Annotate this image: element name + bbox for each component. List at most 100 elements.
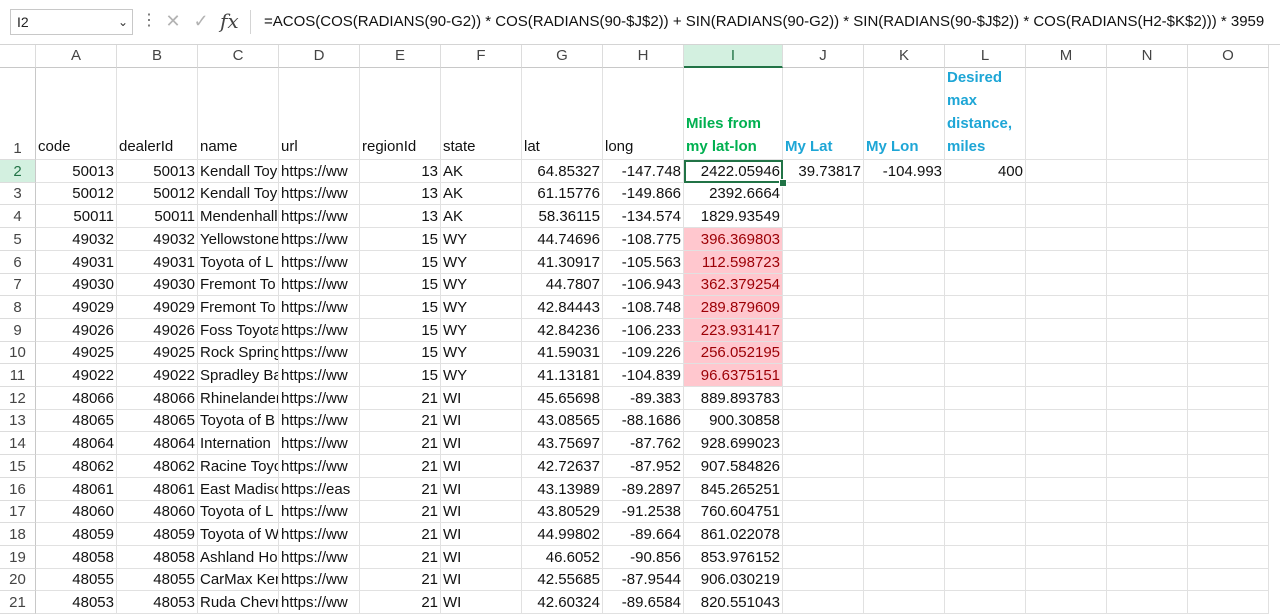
cell-f21[interactable]: WI [441, 591, 522, 614]
cell-k9[interactable] [864, 319, 945, 342]
cell-d10[interactable]: https://ww [279, 342, 360, 364]
cell-d14[interactable]: https://ww [279, 432, 360, 455]
cell-n12[interactable] [1107, 387, 1188, 410]
cell-g5[interactable]: 44.74696 [522, 228, 603, 251]
cell-j15[interactable] [783, 455, 864, 478]
cell-o13[interactable] [1188, 410, 1269, 432]
cell-g20[interactable]: 42.55685 [522, 569, 603, 591]
header-cell-m[interactable] [1026, 68, 1107, 160]
cell-e5[interactable]: 15 [360, 228, 441, 251]
cell-g12[interactable]: 45.65698 [522, 387, 603, 410]
cell-h14[interactable]: -87.762 [603, 432, 684, 455]
column-header-f[interactable]: F [441, 45, 522, 68]
cell-l16[interactable] [945, 478, 1026, 501]
cell-d20[interactable]: https://ww [279, 569, 360, 591]
cell-k14[interactable] [864, 432, 945, 455]
cell-n13[interactable] [1107, 410, 1188, 432]
cell-n14[interactable] [1107, 432, 1188, 455]
cell-l21[interactable] [945, 591, 1026, 614]
cell-o18[interactable] [1188, 523, 1269, 546]
header-cell-g[interactable]: lat [522, 68, 603, 160]
cell-k7[interactable] [864, 274, 945, 296]
cell-j10[interactable] [783, 342, 864, 364]
cell-k2[interactable]: -104.993 [864, 160, 945, 183]
cell-h12[interactable]: -89.383 [603, 387, 684, 410]
cell-e6[interactable]: 15 [360, 251, 441, 274]
cell-b17[interactable]: 48060 [117, 501, 198, 523]
cell-j4[interactable] [783, 205, 864, 228]
cell-d17[interactable]: https://ww [279, 501, 360, 523]
cell-e20[interactable]: 21 [360, 569, 441, 591]
cell-j11[interactable] [783, 364, 864, 387]
column-header-i[interactable]: I [684, 45, 783, 68]
cell-i20[interactable]: 906.030219 [684, 569, 783, 591]
cell-b19[interactable]: 48058 [117, 546, 198, 569]
cell-l19[interactable] [945, 546, 1026, 569]
cell-f8[interactable]: WY [441, 296, 522, 319]
row-header-4[interactable]: 4 [0, 205, 36, 228]
cell-i9[interactable]: 223.931417 [684, 319, 783, 342]
cell-i7[interactable]: 362.379254 [684, 274, 783, 296]
header-cell-k[interactable]: My Lon [864, 68, 945, 160]
cell-e17[interactable]: 21 [360, 501, 441, 523]
column-header-o[interactable]: O [1188, 45, 1269, 68]
cell-i18[interactable]: 861.022078 [684, 523, 783, 546]
cell-f12[interactable]: WI [441, 387, 522, 410]
cell-a18[interactable]: 48059 [36, 523, 117, 546]
name-box[interactable]: I2 ⌄ [10, 9, 133, 35]
row-header-8[interactable]: 8 [0, 296, 36, 319]
fill-handle[interactable] [779, 179, 787, 187]
column-header-e[interactable]: E [360, 45, 441, 68]
cell-k17[interactable] [864, 501, 945, 523]
cell-c6[interactable]: Toyota of L [198, 251, 279, 274]
cell-k10[interactable] [864, 342, 945, 364]
cell-c7[interactable]: Fremont To [198, 274, 279, 296]
cell-l7[interactable] [945, 274, 1026, 296]
cell-e21[interactable]: 21 [360, 591, 441, 614]
cell-l2[interactable]: 400 [945, 160, 1026, 183]
cell-i16[interactable]: 845.265251 [684, 478, 783, 501]
cell-m2[interactable] [1026, 160, 1107, 183]
cell-m4[interactable] [1026, 205, 1107, 228]
cell-c20[interactable]: CarMax Ken [198, 569, 279, 591]
cell-h21[interactable]: -89.6584 [603, 591, 684, 614]
cell-f3[interactable]: AK [441, 183, 522, 205]
formula-input[interactable]: =ACOS(COS(RADIANS(90-G2)) * COS(RADIANS(… [264, 11, 1264, 33]
cell-d5[interactable]: https://ww [279, 228, 360, 251]
cell-k12[interactable] [864, 387, 945, 410]
cell-c17[interactable]: Toyota of L [198, 501, 279, 523]
cell-a19[interactable]: 48058 [36, 546, 117, 569]
cell-l12[interactable] [945, 387, 1026, 410]
cell-c13[interactable]: Toyota of B [198, 410, 279, 432]
cell-i21[interactable]: 820.551043 [684, 591, 783, 614]
cell-m17[interactable] [1026, 501, 1107, 523]
cell-g14[interactable]: 43.75697 [522, 432, 603, 455]
cell-j21[interactable] [783, 591, 864, 614]
cell-o2[interactable] [1188, 160, 1269, 183]
cell-k18[interactable] [864, 523, 945, 546]
cell-a16[interactable]: 48061 [36, 478, 117, 501]
cell-c19[interactable]: Ashland Ho [198, 546, 279, 569]
row-header-15[interactable]: 15 [0, 455, 36, 478]
header-cell-l[interactable]: Desired max distance, miles [945, 68, 1026, 160]
cell-d7[interactable]: https://ww [279, 274, 360, 296]
cell-e14[interactable]: 21 [360, 432, 441, 455]
cell-c9[interactable]: Foss Toyota [198, 319, 279, 342]
row-header-20[interactable]: 20 [0, 569, 36, 591]
column-header-j[interactable]: J [783, 45, 864, 68]
column-header-d[interactable]: D [279, 45, 360, 68]
cell-f5[interactable]: WY [441, 228, 522, 251]
cell-g17[interactable]: 43.80529 [522, 501, 603, 523]
cell-f9[interactable]: WY [441, 319, 522, 342]
cancel-icon[interactable]: ✕ [162, 10, 184, 32]
cell-j3[interactable] [783, 183, 864, 205]
cell-c12[interactable]: Rhinelander [198, 387, 279, 410]
cell-b8[interactable]: 49029 [117, 296, 198, 319]
cell-j8[interactable] [783, 296, 864, 319]
cell-g11[interactable]: 41.13181 [522, 364, 603, 387]
header-cell-e[interactable]: regionId [360, 68, 441, 160]
header-cell-c[interactable]: name [198, 68, 279, 160]
cell-b7[interactable]: 49030 [117, 274, 198, 296]
cell-h5[interactable]: -108.775 [603, 228, 684, 251]
cell-h15[interactable]: -87.952 [603, 455, 684, 478]
